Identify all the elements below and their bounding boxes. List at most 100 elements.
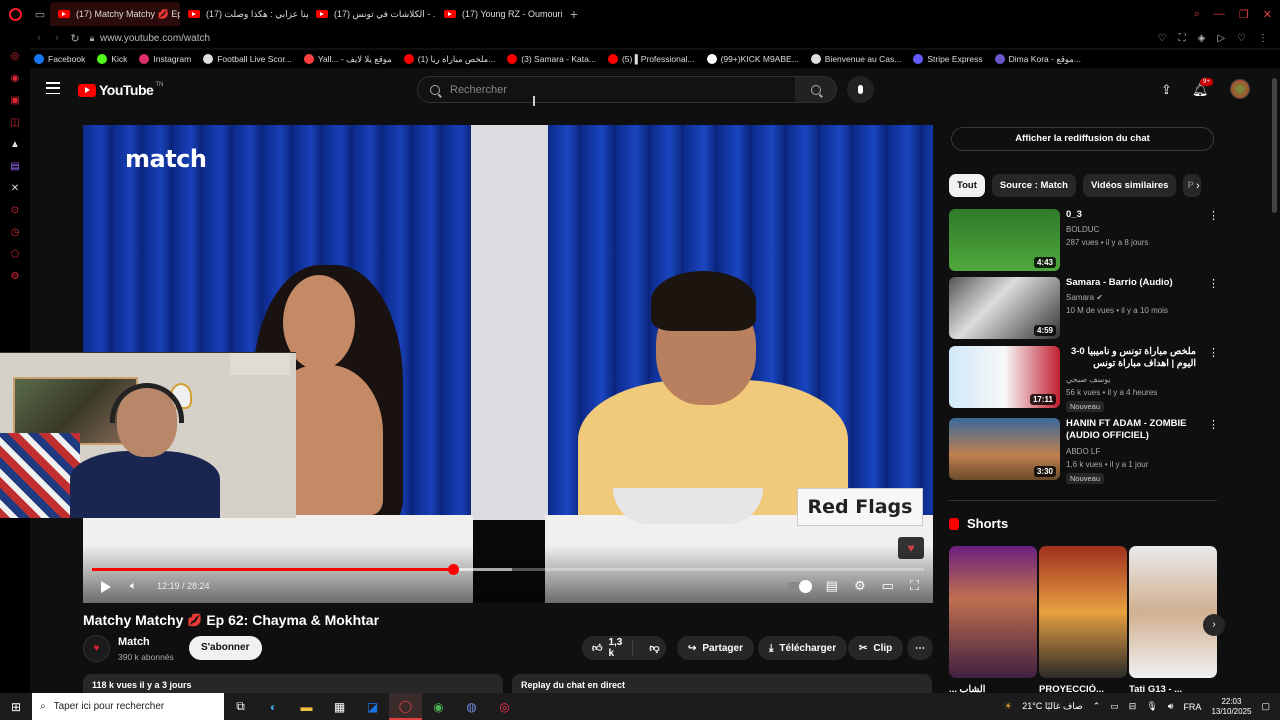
bookmark-item[interactable]: Instagram bbox=[139, 54, 191, 64]
bookmark-item[interactable]: Bienvenue au Cas... bbox=[810, 54, 901, 64]
heart-icon[interactable]: ♡ bbox=[1237, 33, 1246, 44]
video-thumbnail[interactable]: 4:43 bbox=[949, 209, 1060, 271]
bookmark-item[interactable]: (99+)KICK M9ABE... bbox=[706, 54, 799, 64]
account-avatar[interactable] bbox=[1230, 79, 1250, 99]
rec-channel[interactable]: يوسف صبحي bbox=[1066, 375, 1111, 384]
tiktok-icon[interactable]: ▲ bbox=[9, 138, 21, 150]
more-vert-icon[interactable]: ⋮ bbox=[1208, 346, 1219, 359]
url-field[interactable]: www.youtube.com/watch bbox=[100, 33, 210, 44]
bookmark-item[interactable]: Kick bbox=[97, 54, 127, 64]
vpn-icon[interactable]: ◈ bbox=[1198, 33, 1206, 44]
tab-4[interactable]: (17) Young RZ - Oumouri bbox=[436, 2, 564, 26]
recommendation-item[interactable]: 4:59 Samara - Barrio (Audio) Samara ✔ 10… bbox=[949, 277, 1219, 341]
tab-3[interactable]: (17) الكلاشات في تونس - ... bbox=[308, 2, 436, 26]
search-button[interactable] bbox=[795, 76, 837, 103]
share-button[interactable]: ↪ Partager bbox=[677, 636, 754, 660]
rec-title[interactable]: Samara - Barrio (Audio) bbox=[1066, 277, 1196, 289]
aria-icon[interactable]: ◎ bbox=[9, 50, 21, 62]
tab-2[interactable]: (17) لينا عزابي : هكذا وصلت bbox=[180, 2, 308, 26]
chip-source[interactable]: Source : Match bbox=[991, 174, 1076, 197]
mic-tray-icon[interactable]: 🎙︎ bbox=[1146, 701, 1157, 712]
more-vert-icon[interactable]: ⋮ bbox=[1208, 418, 1219, 431]
history-icon[interactable]: ◷ bbox=[9, 226, 21, 238]
autoplay-toggle[interactable] bbox=[787, 579, 812, 593]
opera-taskbar-icon[interactable]: ◯ bbox=[389, 693, 422, 720]
clip-button[interactable]: ✂ Clip bbox=[848, 636, 904, 660]
page-scrollbar[interactable] bbox=[1272, 78, 1277, 213]
player-icon[interactable]: ▷ bbox=[1217, 33, 1225, 44]
messenger-icon[interactable]: ◉ bbox=[9, 72, 21, 84]
bookmark-item[interactable]: Yall... - موقع يلا لايف bbox=[303, 54, 392, 65]
weather-icon[interactable]: ☀ bbox=[1004, 701, 1012, 712]
tab-1[interactable]: (17) Matchy Matchy 💋 Ep bbox=[50, 2, 180, 26]
outlook-icon[interactable]: ◪ bbox=[356, 693, 389, 720]
twitch-icon[interactable]: ▤ bbox=[9, 160, 21, 172]
rec-title[interactable]: ملخص مباراة تونس و ناميبيا 0-3 اليوم | ا… bbox=[1066, 346, 1196, 370]
settings-gear-icon[interactable]: ⚙ bbox=[854, 578, 866, 594]
windows-start-icon[interactable]: ⊞ bbox=[0, 693, 32, 720]
show-chat-replay-button[interactable]: Afficher la rediffusion du chat bbox=[951, 127, 1214, 151]
search-box[interactable] bbox=[417, 76, 796, 103]
extensions-icon[interactable]: ⬠ bbox=[9, 248, 21, 260]
volume-icon[interactable]: 🔈︎ bbox=[130, 580, 137, 593]
gmail-icon[interactable]: ◫ bbox=[9, 116, 21, 128]
volume-tray-icon[interactable]: 🔊︎ bbox=[1168, 701, 1174, 712]
channel-name[interactable]: Match bbox=[118, 636, 150, 648]
recommendation-item[interactable]: 3:30 HANIN FT ADAM - ZOMBIE (AUDIO OFFIC… bbox=[949, 418, 1219, 488]
theater-mode-icon[interactable]: ▭ bbox=[882, 578, 894, 594]
reload-button[interactable]: ↻ bbox=[66, 32, 84, 45]
fullscreen-icon[interactable]: ⛶ bbox=[910, 578, 919, 594]
short-thumbnail[interactable] bbox=[1129, 546, 1217, 678]
new-tab-button[interactable]: + bbox=[564, 6, 584, 22]
bookmark-item[interactable]: (5) ▌Professional... bbox=[607, 54, 695, 64]
bookmark-item[interactable]: (3) Samara - Kata... bbox=[507, 54, 596, 64]
short-thumbnail[interactable] bbox=[949, 546, 1037, 678]
like-button[interactable]: 👍︎ 1,3 k bbox=[582, 637, 634, 659]
shorts-next-button[interactable]: › bbox=[1203, 614, 1225, 636]
play-icon[interactable] bbox=[101, 581, 111, 593]
whatsapp-icon[interactable]: ▣ bbox=[9, 94, 21, 106]
edge-icon[interactable]: ◐ bbox=[257, 693, 290, 720]
progress-bar[interactable] bbox=[92, 564, 924, 575]
video-thumbnail[interactable]: 17:11 bbox=[949, 346, 1060, 408]
channel-avatar[interactable]: ♥ bbox=[83, 635, 110, 662]
short-thumbnail[interactable] bbox=[1039, 546, 1127, 678]
player-sidebar-icon[interactable]: ⊙ bbox=[9, 204, 21, 216]
settings-icon[interactable]: ⚙ bbox=[9, 270, 21, 282]
taskbar-search[interactable]: ⌕ Taper ici pour rechercher bbox=[32, 693, 224, 720]
language-indicator[interactable]: FRA bbox=[1183, 702, 1201, 712]
discord-icon[interactable]: ◍ bbox=[455, 693, 488, 720]
rec-title[interactable]: 0_3 bbox=[1066, 209, 1196, 221]
clock[interactable]: 22:03 13/10/2025 bbox=[1211, 697, 1251, 717]
bookmark-item[interactable]: Stripe Express bbox=[913, 54, 983, 64]
task-view-icon[interactable]: ⧉ bbox=[224, 693, 257, 720]
recommendation-item[interactable]: 4:43 0_3 BOLDUC 287 vues • il y a 8 jour… bbox=[949, 209, 1219, 273]
more-vert-icon[interactable]: ⋮ bbox=[1208, 277, 1219, 290]
store-icon[interactable]: ▦ bbox=[323, 693, 356, 720]
chrome-icon[interactable]: ◉ bbox=[422, 693, 455, 720]
menu-icon[interactable]: ⋮ bbox=[1258, 33, 1268, 44]
rec-channel[interactable]: BOLDUC bbox=[1066, 225, 1099, 234]
lock-icon[interactable]: 🔒︎ bbox=[84, 33, 100, 44]
chip-all[interactable]: Tout bbox=[949, 174, 985, 197]
opera-gx-icon[interactable]: ◎ bbox=[488, 693, 521, 720]
maximize-button[interactable]: ❐ bbox=[1239, 8, 1249, 21]
workspaces-icon[interactable]: ▭ bbox=[30, 0, 50, 28]
download-button[interactable]: ⤓ Télécharger bbox=[758, 636, 848, 660]
back-button[interactable]: ‹ bbox=[30, 32, 48, 44]
subscribe-button[interactable]: S'abonner bbox=[189, 636, 262, 660]
recommendation-item[interactable]: 17:11 ملخص مباراة تونس و ناميبيا 0-3 الي… bbox=[949, 346, 1219, 416]
video-thumbnail[interactable]: 3:30 bbox=[949, 418, 1060, 480]
bookmark-icon[interactable]: ♡ bbox=[1158, 33, 1167, 44]
more-actions-button[interactable]: ⋯ bbox=[907, 636, 933, 660]
voice-search-button[interactable] bbox=[847, 76, 874, 103]
dislike-button[interactable]: 👎︎ bbox=[639, 642, 669, 654]
bookmark-item[interactable]: Dima Kora - موقع... bbox=[994, 54, 1081, 65]
minimize-button[interactable]: — bbox=[1214, 8, 1225, 20]
rec-channel[interactable]: Samara ✔ bbox=[1066, 293, 1103, 302]
chip-related[interactable]: Vidéos similaires bbox=[1082, 174, 1177, 197]
video-thumbnail[interactable]: 4:59 bbox=[949, 277, 1060, 339]
hamburger-menu-icon[interactable] bbox=[46, 82, 60, 94]
snapshot-icon[interactable]: ⛶ bbox=[1179, 33, 1186, 44]
x-icon[interactable]: ✕ bbox=[9, 182, 21, 194]
